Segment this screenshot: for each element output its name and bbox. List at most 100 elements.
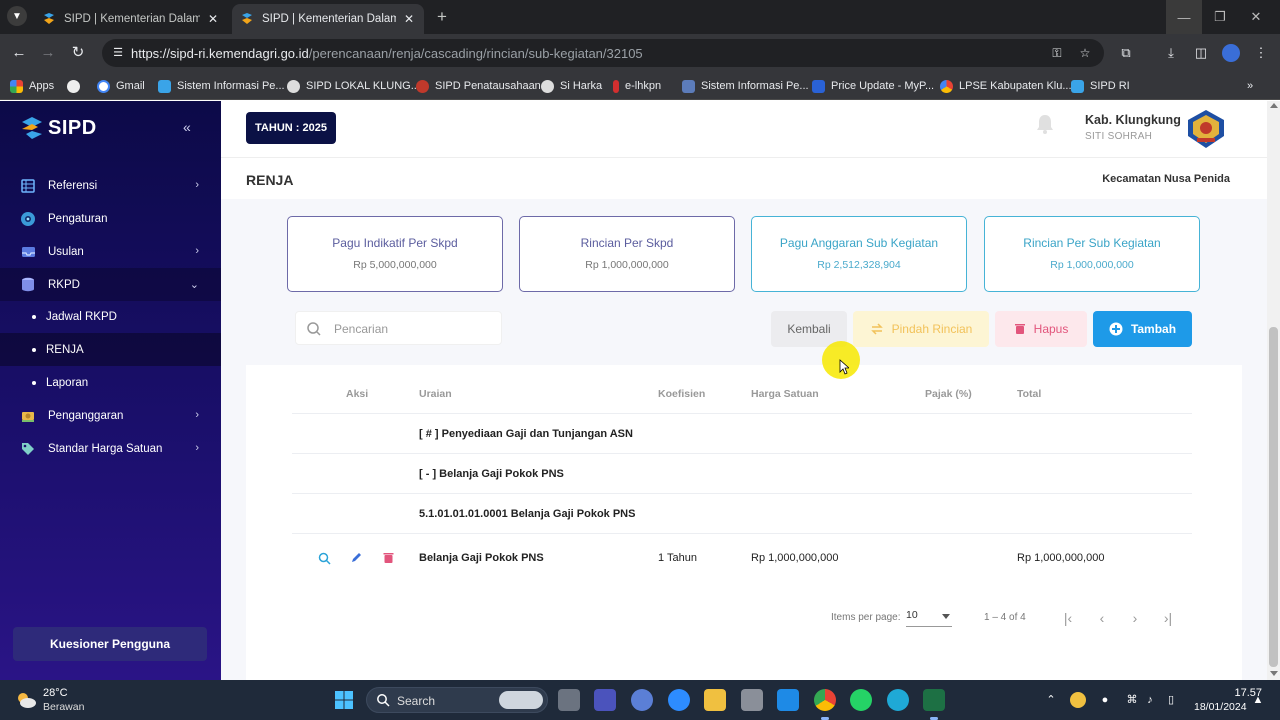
windows-start-icon[interactable] bbox=[334, 690, 354, 710]
bookmark-item[interactable]: SIPD LOKAL KLUNG... bbox=[287, 78, 420, 94]
sidebar-subitem-laporan[interactable]: Laporan bbox=[0, 366, 221, 399]
site-info-icon[interactable]: ☰ bbox=[110, 45, 126, 61]
bookmark-item[interactable] bbox=[67, 78, 86, 94]
bookmark-item[interactable]: Si Harka bbox=[541, 78, 602, 94]
sidebar-item-pengaturan[interactable]: Pengaturan bbox=[0, 202, 221, 235]
wifi-icon[interactable]: ⌘ bbox=[1124, 692, 1140, 708]
next-page-icon[interactable]: › bbox=[1125, 609, 1145, 629]
items-per-page-select[interactable]: 10 bbox=[906, 609, 952, 627]
maximize-button[interactable]: ❐ bbox=[1202, 0, 1238, 34]
back-arrow-icon[interactable]: ← bbox=[9, 43, 29, 63]
bookmark-item[interactable]: e-lhkpn bbox=[613, 78, 661, 94]
notification-bell-icon[interactable]: ▲ bbox=[1250, 692, 1266, 708]
sidebar-item-referensi[interactable]: Referensi › bbox=[0, 169, 221, 202]
browser-tab-1[interactable]: SIPD | Kementerian Dalam Negeri ✕ bbox=[34, 4, 228, 34]
close-tab-icon[interactable]: ✕ bbox=[206, 12, 220, 26]
scroll-thumb[interactable] bbox=[1269, 327, 1278, 667]
microphone-icon[interactable]: ● bbox=[1097, 692, 1113, 708]
battery-icon[interactable]: ▯ bbox=[1163, 692, 1179, 708]
browser-app-icon[interactable] bbox=[631, 689, 653, 711]
edge-icon[interactable] bbox=[887, 689, 909, 711]
sidebar: SIPD « Referensi › Pengaturan Usulan › R… bbox=[0, 101, 221, 680]
bookmark-item[interactable]: Sistem Informasi Pe... bbox=[158, 78, 285, 94]
minimize-button[interactable]: — bbox=[1166, 0, 1202, 34]
file-explorer-icon[interactable] bbox=[704, 689, 726, 711]
close-window-button[interactable]: ✕ bbox=[1238, 0, 1274, 34]
scroll-down-arrow-icon[interactable] bbox=[1270, 671, 1278, 676]
extensions-icon[interactable]: ⧉ bbox=[1117, 44, 1135, 62]
close-tab-icon[interactable]: ✕ bbox=[402, 12, 416, 26]
taskbar-search[interactable]: Search bbox=[366, 687, 548, 713]
profile-avatar-icon[interactable] bbox=[1222, 44, 1240, 62]
browser-menu-icon[interactable]: ⋮ bbox=[1252, 44, 1270, 62]
sidebar-subitem-label: Jadwal RKPD bbox=[46, 310, 117, 323]
bookmark-item[interactable]: SIPD Penatausahaan bbox=[416, 78, 541, 94]
bookmark-item[interactable]: Sistem Informasi Pe... bbox=[682, 78, 809, 94]
sipd-favicon bbox=[44, 13, 54, 24]
speaker-icon[interactable]: ♪ bbox=[1142, 692, 1158, 708]
whatsapp-icon[interactable] bbox=[850, 689, 872, 711]
address-bar[interactable]: ☰ https://sipd-ri.kemendagri.go.id/peren… bbox=[102, 39, 1104, 67]
sidebar-subitem-renja[interactable]: RENJA bbox=[0, 333, 221, 366]
key-icon[interactable]: ⚿ bbox=[1049, 45, 1065, 61]
item-harga-satuan: Rp 1,000,000,000 bbox=[751, 552, 839, 564]
collapse-sidebar-icon[interactable]: « bbox=[183, 119, 191, 135]
klungkung-crest-icon[interactable] bbox=[1185, 108, 1227, 150]
zoom-icon[interactable] bbox=[668, 689, 690, 711]
bell-icon[interactable] bbox=[1035, 113, 1055, 135]
store-icon[interactable] bbox=[741, 689, 763, 711]
sipd-logo[interactable]: SIPD bbox=[20, 113, 97, 143]
task-view-icon[interactable] bbox=[558, 689, 580, 711]
new-tab-button[interactable]: + bbox=[432, 7, 452, 27]
summary-card-pagu-sub-kegiatan: Pagu Anggaran Sub Kegiatan Rp 2,512,328,… bbox=[751, 216, 967, 292]
reload-icon[interactable]: ↻ bbox=[68, 43, 88, 63]
region-name: Kab. Klungkung bbox=[1085, 113, 1181, 127]
kuesioner-pengguna-button[interactable]: Kuesioner Pengguna bbox=[13, 627, 207, 661]
sidebar-item-penganggaran[interactable]: Penganggaran › bbox=[0, 399, 221, 432]
previous-page-icon[interactable]: ‹ bbox=[1092, 609, 1112, 629]
side-panel-icon[interactable]: ◫ bbox=[1192, 44, 1210, 62]
dropbox-icon[interactable] bbox=[777, 689, 799, 711]
table-group-row: [ - ] Belanja Gaji Pokok PNS bbox=[419, 468, 564, 480]
excel-icon[interactable] bbox=[923, 689, 945, 711]
cloudy-weather-icon[interactable] bbox=[14, 688, 38, 712]
search-input[interactable] bbox=[334, 320, 494, 338]
sidebar-item-standar-harga-satuan[interactable]: Standar Harga Satuan › bbox=[0, 432, 221, 465]
sidebar-subitem-jadwal-rkpd[interactable]: Jadwal RKPD bbox=[0, 300, 221, 333]
page-scrollbar[interactable] bbox=[1267, 101, 1280, 680]
year-badge[interactable]: TAHUN : 2025 bbox=[246, 112, 336, 144]
tambah-button[interactable]: Tambah bbox=[1093, 311, 1192, 347]
hapus-button[interactable]: Hapus bbox=[995, 311, 1087, 347]
tray-app-icon[interactable] bbox=[1070, 692, 1086, 708]
browser-toolbar: ← → ↻ ☰ https://sipd-ri.kemendagri.go.id… bbox=[0, 34, 1280, 72]
sidebar-subitem-label: RENJA bbox=[46, 343, 84, 356]
last-page-icon[interactable]: ›| bbox=[1158, 609, 1178, 629]
first-page-icon[interactable]: |‹ bbox=[1058, 609, 1078, 629]
clock-date[interactable]: 18/01/2024 bbox=[1194, 701, 1247, 713]
google-icon bbox=[97, 79, 110, 93]
bookmark-apps[interactable]: Apps bbox=[10, 78, 54, 94]
edit-button[interactable] bbox=[344, 546, 368, 570]
download-icon[interactable]: ⤓ bbox=[1162, 44, 1180, 62]
delete-row-button[interactable] bbox=[376, 546, 400, 570]
view-detail-button[interactable] bbox=[312, 546, 336, 570]
tray-overflow-icon[interactable]: ⌃ bbox=[1043, 692, 1059, 708]
bookmark-item[interactable]: SIPD RI bbox=[1071, 78, 1130, 94]
tab-search-icon[interactable]: ▼ bbox=[7, 6, 27, 26]
scroll-up-arrow-icon[interactable] bbox=[1270, 103, 1278, 108]
sidebar-item-rkpd[interactable]: RKPD ⌄ bbox=[0, 268, 221, 301]
pindah-rincian-button[interactable]: Pindah Rincian bbox=[853, 311, 989, 347]
bookmark-item[interactable]: Price Update - MyP... bbox=[812, 78, 934, 94]
chrome-icon[interactable] bbox=[814, 689, 836, 711]
bookmarks-overflow-icon[interactable]: » bbox=[1247, 78, 1253, 94]
search-label: Search bbox=[397, 694, 436, 708]
teams-icon[interactable] bbox=[594, 689, 616, 711]
bookmark-star-icon[interactable]: ☆ bbox=[1077, 45, 1093, 61]
forward-arrow-icon[interactable]: → bbox=[38, 43, 58, 63]
row-divider bbox=[292, 453, 1192, 454]
bookmark-item[interactable]: LPSE Kabupaten Klu... bbox=[940, 78, 1072, 94]
card-title: Pagu Anggaran Sub Kegiatan bbox=[779, 236, 939, 250]
bookmark-gmail[interactable]: Gmail bbox=[97, 78, 145, 94]
browser-tab-2[interactable]: SIPD | Kementerian Dalam Negeri ✕ bbox=[232, 4, 424, 34]
sidebar-item-usulan[interactable]: Usulan › bbox=[0, 235, 221, 268]
